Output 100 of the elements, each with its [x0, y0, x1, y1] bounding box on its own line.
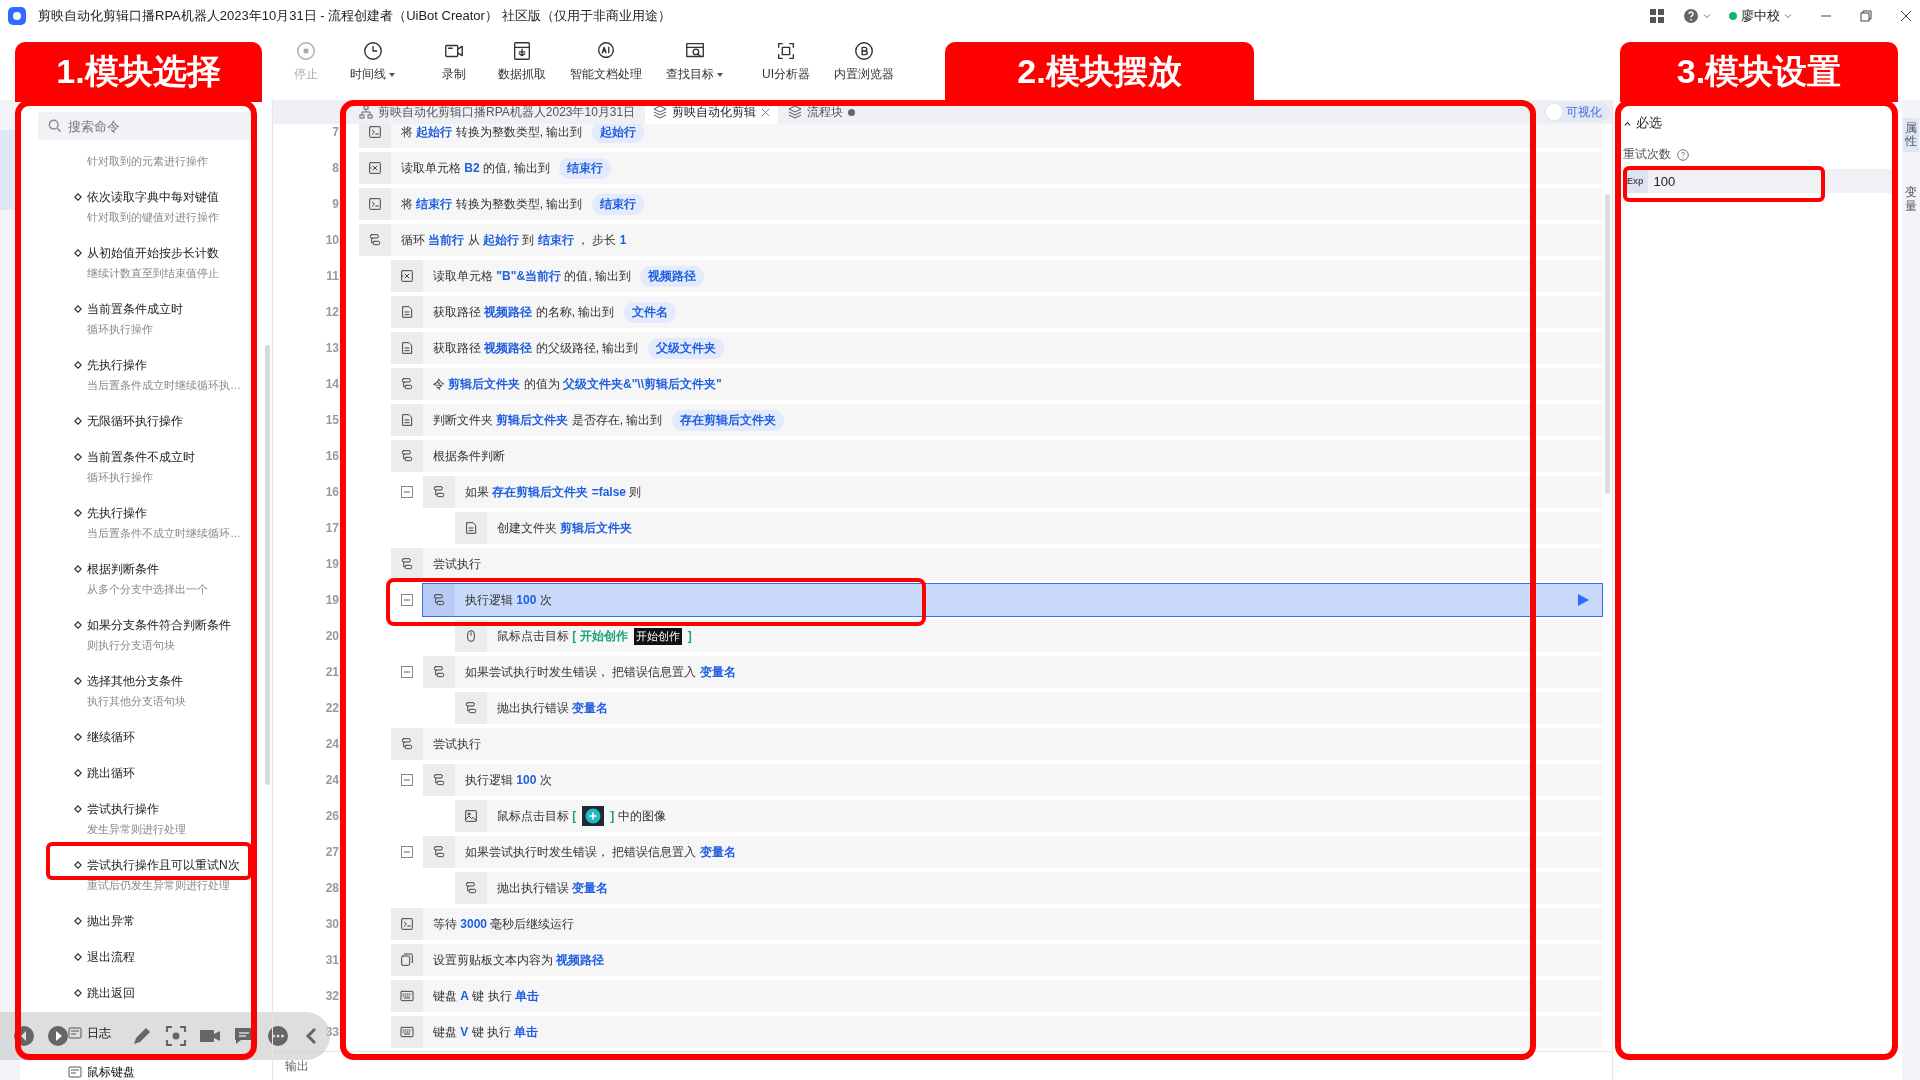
command-item[interactable]: 根据判断条件 — [87, 560, 159, 578]
command-item[interactable]: 尝试执行操作且可以重试N次 — [87, 856, 240, 874]
statement-row[interactable]: 读取单元格 "B"&当前行 的值, 输出到 视频路径 — [391, 260, 1602, 292]
command-item[interactable]: 依次读取字典中每对键值 — [87, 188, 219, 206]
collapse-icon[interactable] — [401, 486, 413, 498]
play-icon[interactable] — [46, 1024, 70, 1048]
toolbar-button[interactable]: 数据抓取 — [488, 32, 556, 91]
statement-row[interactable]: 将 结束行 转换为整数类型, 输出到 结束行 — [359, 188, 1602, 220]
more-icon[interactable] — [266, 1024, 290, 1048]
line-number: 7 — [332, 125, 339, 139]
command-item[interactable]: 当前置条件不成立时 — [87, 448, 195, 466]
command-item[interactable]: 当前置条件成立时 — [87, 300, 183, 318]
side-tab[interactable]: 变量 — [1903, 182, 1919, 217]
statement-row[interactable]: 如果 存在剪辑后文件夹 =false 则 — [423, 476, 1602, 508]
command-item[interactable]: 从初始值开始按步长计数 — [87, 244, 219, 262]
side-tab[interactable]: 属性 — [1903, 118, 1919, 153]
statement-text: 执行逻辑 100 次 — [465, 591, 552, 609]
command-item[interactable]: 先执行操作 — [87, 356, 147, 374]
collapse-icon[interactable] — [401, 594, 413, 606]
statement-row[interactable]: 读取单元格 B2 的值, 输出到 结束行 — [359, 152, 1602, 184]
scrollbar[interactable] — [265, 345, 270, 785]
statement-row[interactable]: 创建文件夹 剪辑后文件夹 — [455, 512, 1602, 544]
toolbar-button[interactable]: 智能文档处理 — [560, 32, 652, 91]
restore-icon[interactable] — [1860, 10, 1872, 22]
flow-icon — [431, 664, 447, 680]
line-number: 31 — [325, 953, 339, 967]
statement-row[interactable]: 如果尝试执行时发生错误， 把错误信息置入 变量名 — [423, 656, 1602, 688]
statement-row[interactable]: 抛出执行错误 变量名 — [455, 872, 1602, 904]
retry-count-field[interactable]: 100 — [1647, 169, 1892, 193]
toolbar-button[interactable]: 内置浏览器 — [824, 32, 904, 91]
output-tab[interactable]: 输出 — [285, 1057, 309, 1075]
command-description: 重试后仍发生异常则进行处理 — [86, 878, 231, 893]
category-item[interactable]: 鼠标键盘 — [87, 1063, 135, 1080]
editor-tab[interactable]: 剪映自动化剪辑口播RPA机器人2023年10月31日 — [351, 100, 644, 124]
hierarchy-icon — [359, 105, 373, 119]
grid-icon[interactable] — [1649, 8, 1665, 24]
statement-row[interactable]: 获取路径 视频路径 的名称, 输出到 文件名 — [391, 296, 1602, 328]
statement-row[interactable]: 将 起始行 转换为整数类型, 输出到 起始行 — [359, 124, 1602, 148]
command-item[interactable]: 继续循环 — [87, 728, 135, 746]
statement-row[interactable]: 执行逻辑 100 次 — [423, 584, 1602, 616]
command-item[interactable]: 无限循环执行操作 — [87, 412, 183, 430]
statement-row[interactable]: 循环 当前行 从 起始行 到 结束行 ， 步长 1 — [359, 224, 1602, 256]
statement-row[interactable]: 判断文件夹 剪辑后文件夹 是否存在, 输出到 存在剪辑后文件夹 — [391, 404, 1602, 436]
search-field[interactable]: 搜索命令 — [38, 112, 254, 140]
statement-row[interactable]: 键盘 V 键 执行 单击 — [391, 1016, 1602, 1048]
command-item[interactable]: 抛出异常 — [87, 912, 135, 930]
statement-row[interactable]: 鼠标点击目标 [ 开始创作 开始创作 ] — [455, 620, 1602, 652]
command-description: 继续计数直至到结束值停止 — [86, 266, 220, 281]
statement-row[interactable]: 令 剪辑后文件夹 的值为 父级文件夹&"\\剪辑后文件夹" — [391, 368, 1602, 400]
command-item[interactable]: 尝试执行操作 — [87, 800, 159, 818]
toolbar-button[interactable]: 查找目标 — [656, 32, 734, 91]
flow-icon — [399, 376, 415, 392]
editor-tab[interactable]: 流程块 — [780, 100, 864, 124]
diamond-icon — [74, 677, 82, 685]
scrollbar[interactable] — [1605, 194, 1610, 494]
statement-row[interactable]: 根据条件判断 — [391, 440, 1602, 472]
screenshot-icon[interactable] — [164, 1024, 188, 1048]
user-menu[interactable]: 廖中校 — [1729, 7, 1792, 25]
diamond-icon — [74, 769, 82, 777]
close-icon[interactable] — [1900, 10, 1912, 22]
statement-row[interactable]: 尝试执行 — [391, 728, 1602, 760]
help-button[interactable] — [1683, 8, 1711, 24]
play-icon[interactable] — [1576, 593, 1590, 607]
command-description: 则执行分支语句块 — [86, 638, 176, 653]
command-description: 循环执行操作 — [86, 322, 154, 337]
command-item[interactable]: 跳出返回 — [87, 984, 135, 1002]
statement-row[interactable]: 设置剪贴板文本内容为 视频路径 — [391, 944, 1602, 976]
command-item[interactable]: 跳出循环 — [87, 764, 135, 782]
statement-row[interactable]: 如果尝试执行时发生错误， 把错误信息置入 变量名 — [423, 836, 1602, 868]
diamond-icon — [74, 733, 82, 741]
statement-row[interactable]: 获取路径 视频路径 的父级路径, 输出到 父级文件夹 — [391, 332, 1602, 364]
section-header[interactable]: 必选 — [1623, 114, 1892, 132]
line-number: 32 — [325, 989, 339, 1003]
command-item[interactable]: 退出流程 — [87, 948, 135, 966]
collapse-icon[interactable] — [401, 666, 413, 678]
variable-chip: 存在剪辑后文件夹 — [671, 409, 784, 431]
command-item[interactable]: 先执行操作 — [87, 504, 147, 522]
variable-chip: 结束行 — [559, 157, 612, 179]
line-number: 14 — [325, 377, 339, 391]
toolbar-button[interactable]: UI分析器 — [752, 32, 820, 91]
toolbar-button[interactable]: 录制 — [424, 32, 484, 91]
category-item[interactable]: 日志 — [87, 1024, 111, 1042]
statement-row[interactable]: 抛出执行错误 变量名 — [455, 692, 1602, 724]
statement-row[interactable]: 执行逻辑 100 次 — [423, 764, 1602, 796]
statement-row[interactable]: 键盘 A 键 执行 单击 — [391, 980, 1602, 1012]
toolbar-button[interactable]: 时间线 — [340, 32, 406, 91]
back-icon[interactable] — [12, 1024, 36, 1048]
line-number: 13 — [325, 341, 339, 355]
line-number: 24 — [325, 773, 339, 787]
statement-row[interactable]: 尝试执行 — [391, 548, 1602, 580]
collapse-icon[interactable] — [401, 846, 413, 858]
command-item[interactable]: 选择其他分支条件 — [87, 672, 183, 690]
statement-text: 获取路径 视频路径 的父级路径, 输出到 — [433, 339, 640, 357]
statement-text: 抛出执行错误 变量名 — [497, 879, 609, 897]
command-description: 从多个分支中选择出一个 — [86, 582, 209, 597]
visualize-toggle[interactable]: 可视化 — [1544, 102, 1610, 122]
statement-row[interactable]: 等待 3000 毫秒后继续运行 — [391, 908, 1602, 940]
statement-row[interactable]: 鼠标点击目标 [ ] 中的图像 — [455, 800, 1602, 832]
command-item[interactable]: 如果分支条件符合判断条件 — [87, 616, 231, 634]
collapse-icon[interactable] — [401, 774, 413, 786]
